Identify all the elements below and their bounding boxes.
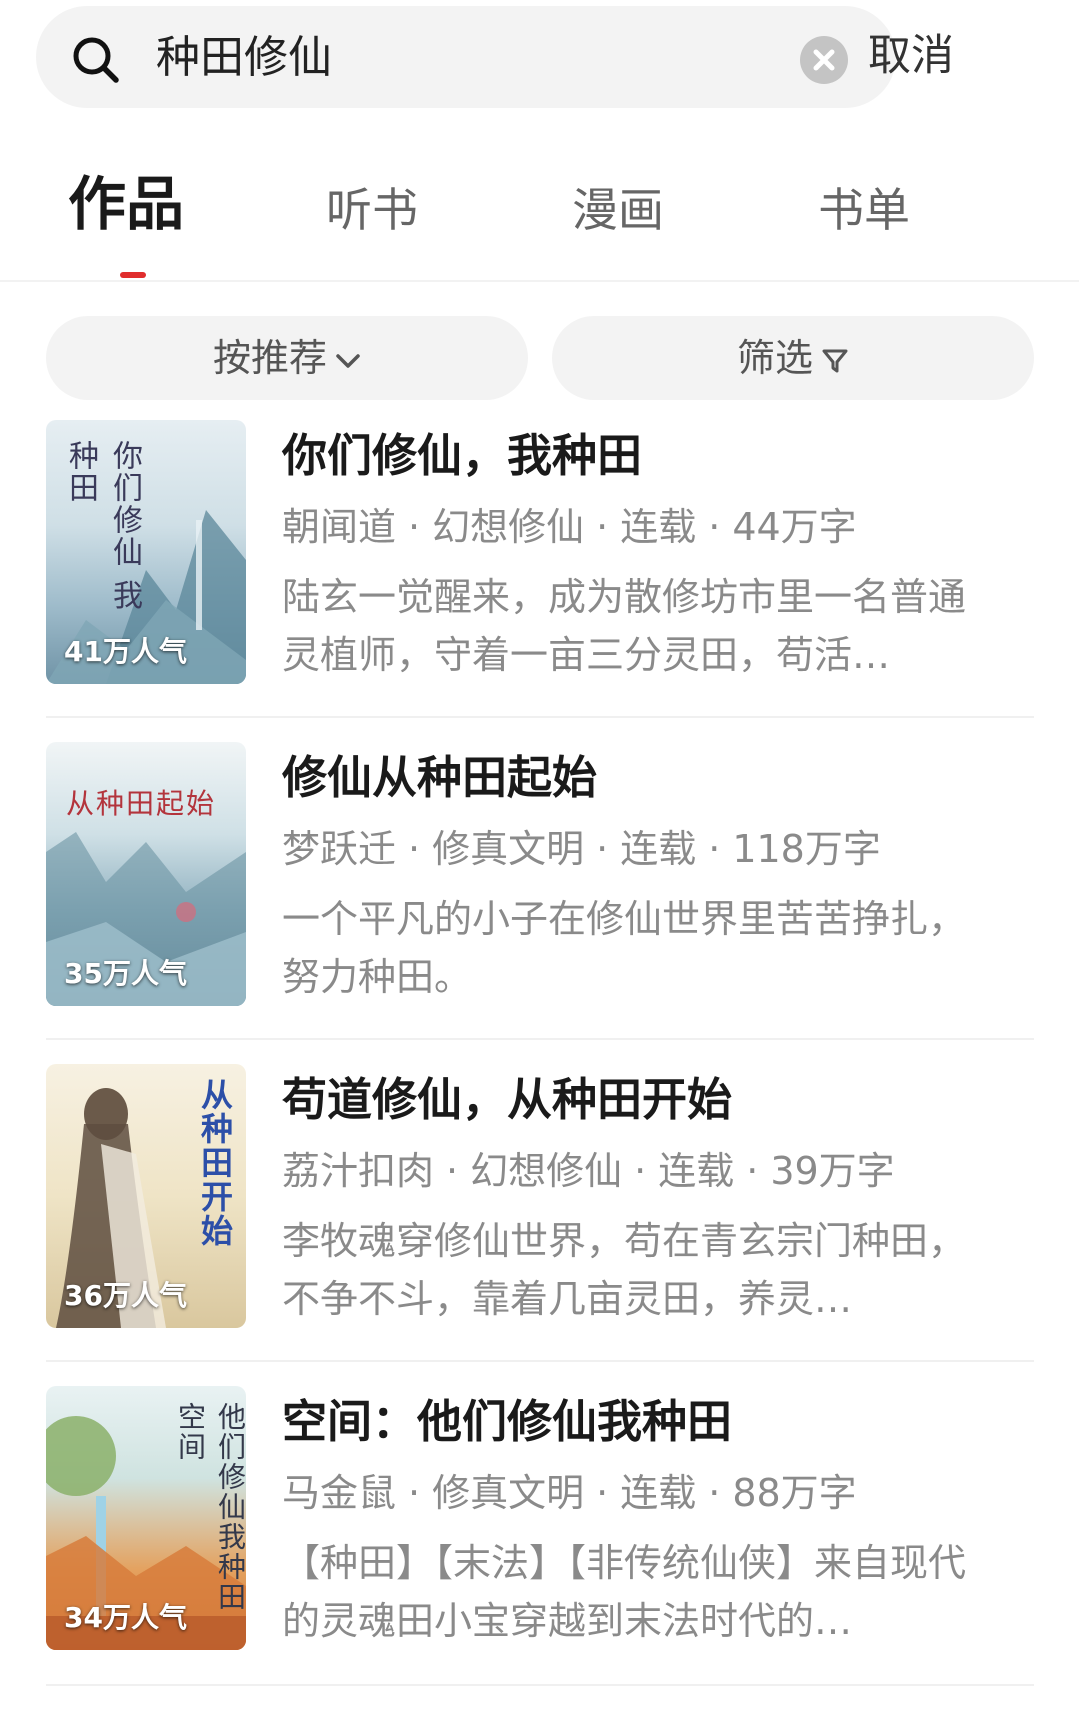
meta-separator: · xyxy=(746,1149,759,1193)
popularity-badge: 34万人气 xyxy=(64,1601,187,1634)
book-cover[interactable]: 从种田开始 36万人气 xyxy=(46,1064,246,1328)
book-status: 连载 xyxy=(620,1471,697,1515)
row-divider xyxy=(46,1038,1034,1040)
book-meta: 荔汁扣肉 · 幻想修仙 · 连载 · 39万字 xyxy=(282,1146,895,1196)
cover-title: 从种田起始 xyxy=(66,787,217,820)
sort-button[interactable]: 按推荐 xyxy=(46,316,528,400)
book-genre: 修真文明 xyxy=(432,1471,585,1515)
book-description: 一个平凡的小子在修仙世界里苦苦挣扎，努力种田。 xyxy=(282,897,967,999)
meta-separator: · xyxy=(596,827,609,871)
row-divider xyxy=(46,1360,1034,1362)
book-author[interactable]: 朝闻道 xyxy=(282,505,396,549)
book-genre: 修真文明 xyxy=(432,827,585,871)
tab-comics[interactable]: 漫画 xyxy=(572,180,664,240)
meta-separator: · xyxy=(708,827,721,871)
book-genre: 幻想修仙 xyxy=(432,505,585,549)
book-title: 修仙从种田起始 xyxy=(282,751,598,804)
book-cover[interactable]: 你们修仙 我种田 41万人气 xyxy=(46,420,246,684)
filter-label: 筛选 xyxy=(736,336,813,380)
cover-title: 从种田开始 xyxy=(196,1078,234,1248)
row-divider xyxy=(46,1684,1034,1686)
book-word-count: 39万字 xyxy=(770,1149,895,1193)
book-word-count: 88万字 xyxy=(732,1471,857,1515)
book-title: 苟道修仙，从种田开始 xyxy=(282,1073,733,1126)
popularity-badge: 35万人气 xyxy=(64,957,187,990)
search-icon xyxy=(70,34,122,86)
tab-active-indicator xyxy=(120,272,146,278)
book-author[interactable]: 荔汁扣肉 xyxy=(282,1149,434,1193)
popularity-badge: 41万人气 xyxy=(64,635,187,668)
book-description: 【种田】【末法】【非传统仙侠】来自现代的灵魂田小宝穿越到末法时代的… xyxy=(282,1541,967,1643)
search-input[interactable] xyxy=(156,28,796,88)
book-list-item[interactable]: 你们修仙 我种田 41万人气 你们修仙，我种田 朝闻道 · 幻想修仙 · 连载 · 44万字… xyxy=(0,420,1079,740)
popularity-badge: 36万人气 xyxy=(64,1279,187,1312)
book-author[interactable]: 梦跃迁 xyxy=(282,827,396,871)
book-status: 连载 xyxy=(658,1149,735,1193)
book-meta: 朝闻道 · 幻想修仙 · 连载 · 44万字 xyxy=(282,502,857,552)
book-word-count: 118万字 xyxy=(732,827,881,871)
meta-separator: · xyxy=(446,1149,459,1193)
book-meta: 马金鼠 · 修真文明 · 连载 · 88万字 xyxy=(282,1468,857,1518)
meta-separator: · xyxy=(708,1471,721,1515)
funnel-icon xyxy=(822,349,848,372)
tab-bar: 作品 听书 漫画 书单 xyxy=(0,174,1079,280)
book-status: 连载 xyxy=(620,827,697,871)
meta-separator: · xyxy=(634,1149,647,1193)
tab-booklists[interactable]: 书单 xyxy=(818,180,910,240)
book-word-count: 44万字 xyxy=(732,505,857,549)
meta-separator: · xyxy=(708,505,721,549)
book-list-item[interactable]: 他们修仙我种田 空间 34万人气 空间：他们修仙我种田 马金鼠 · 修真文明 · 连载 ·… xyxy=(0,1386,1079,1706)
meta-separator: · xyxy=(408,505,421,549)
tab-divider xyxy=(0,280,1079,282)
book-status: 连载 xyxy=(620,505,697,549)
book-author[interactable]: 马金鼠 xyxy=(282,1471,396,1515)
chevron-down-icon xyxy=(336,353,360,368)
book-description: 陆玄一觉醒来，成为散修坊市里一名普通灵植师，守着一亩三分灵田，苟活… xyxy=(282,575,967,677)
book-meta: 梦跃迁 · 修真文明 · 连载 · 118万字 xyxy=(282,824,881,874)
book-list-item[interactable]: 从种田起始 35万人气 修仙从种田起始 梦跃迁 · 修真文明 · 连载 · 118万字 一个… xyxy=(0,742,1079,1062)
row-divider xyxy=(46,716,1034,718)
filter-button[interactable]: 筛选 xyxy=(552,316,1034,400)
cancel-button[interactable]: 取消 xyxy=(868,28,954,84)
tab-works[interactable]: 作品 xyxy=(68,174,184,234)
book-list-item[interactable]: 从种田开始 36万人气 苟道修仙，从种田开始 荔汁扣肉 · 幻想修仙 · 连载 · 39万字… xyxy=(0,1064,1079,1384)
sort-label: 按推荐 xyxy=(212,336,327,380)
book-description: 李牧魂穿修仙世界，苟在青玄宗门种田，不争不斗，靠着几亩灵田，养灵… xyxy=(282,1219,967,1321)
meta-separator: · xyxy=(596,1471,609,1515)
meta-separator: · xyxy=(596,505,609,549)
book-genre: 幻想修仙 xyxy=(470,1149,623,1193)
tab-audiobooks[interactable]: 听书 xyxy=(326,180,418,240)
book-cover[interactable]: 他们修仙我种田 空间 34万人气 xyxy=(46,1386,246,1650)
meta-separator: · xyxy=(408,1471,421,1515)
search-bar[interactable] xyxy=(36,6,896,108)
meta-separator: · xyxy=(408,827,421,871)
cover-title: 你们修仙 我种田 xyxy=(63,440,142,612)
book-title: 你们修仙，我种田 xyxy=(282,429,643,482)
book-title: 空间：他们修仙我种田 xyxy=(282,1395,733,1448)
clear-icon[interactable] xyxy=(800,36,848,84)
cover-title: 他们修仙我种田 空间 xyxy=(174,1402,246,1612)
book-cover[interactable]: 从种田起始 35万人气 xyxy=(46,742,246,1006)
